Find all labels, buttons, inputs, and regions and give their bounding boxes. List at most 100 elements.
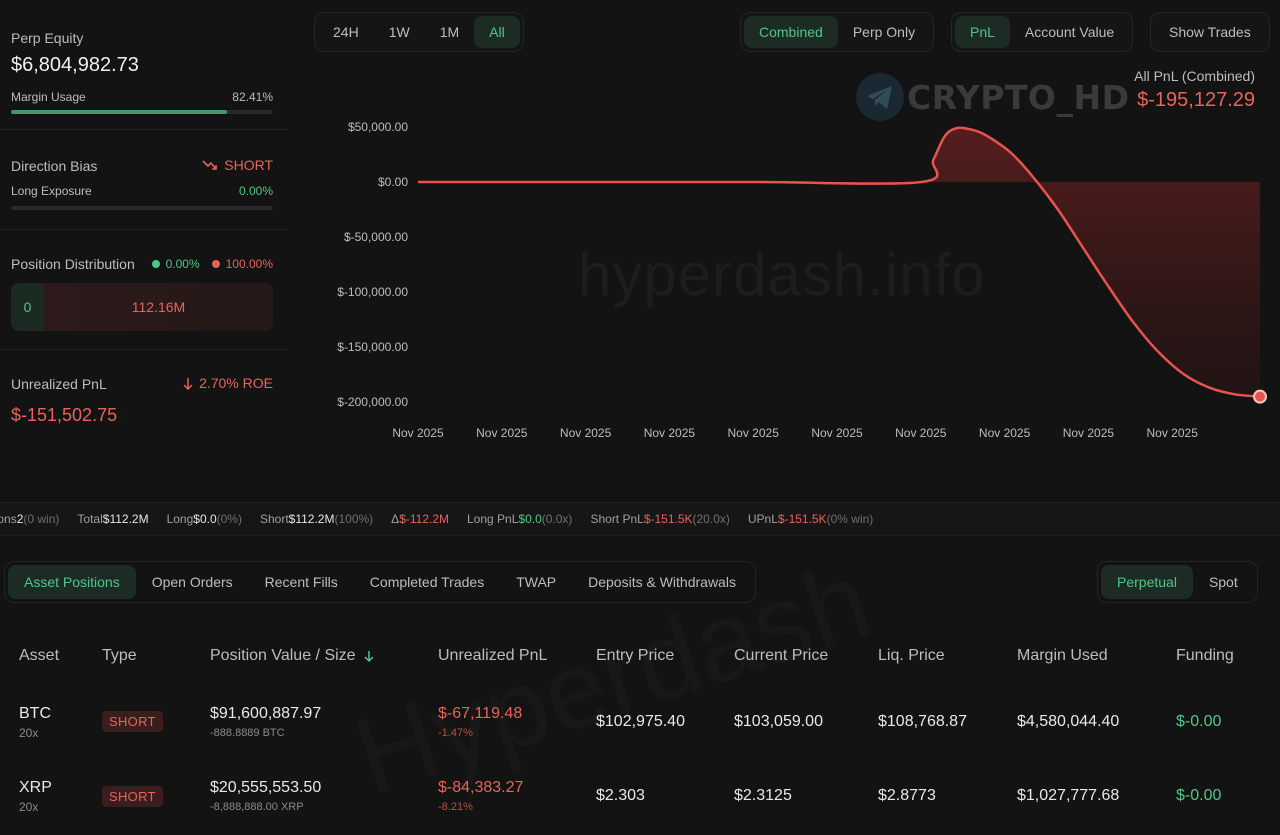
stat-item: UPnL $-151.5K (0% win) bbox=[748, 512, 873, 526]
direction-bias-value: SHORT bbox=[224, 157, 273, 173]
col-liq-price[interactable]: Liq. Price bbox=[878, 647, 945, 665]
tab-asset-positions[interactable]: Asset Positions bbox=[8, 565, 136, 599]
stat-value: $112.2M bbox=[288, 512, 335, 526]
type-badge: SHORT bbox=[102, 786, 163, 807]
stat-sub: (100%) bbox=[334, 512, 374, 526]
stat-label: Short bbox=[259, 512, 289, 526]
tab-spot[interactable]: Spot bbox=[1193, 565, 1254, 599]
stat-value: $-112.2M bbox=[399, 512, 449, 526]
long-exposure-label: Long Exposure bbox=[11, 184, 92, 198]
x-tick-label: Nov 2025 bbox=[560, 426, 612, 440]
tab-recent-fills[interactable]: Recent Fills bbox=[249, 565, 354, 599]
table-row[interactable]: BTC 20x SHORT $91,600,887.97 -888.8889 B… bbox=[0, 690, 1280, 764]
tab-twap[interactable]: TWAP bbox=[500, 565, 572, 599]
direction-bias-section: Direction Bias SHORT Long Exposure 0.00% bbox=[0, 130, 288, 230]
long-exposure-value: 0.00% bbox=[238, 184, 273, 198]
stat-value: $-151.5K bbox=[643, 512, 693, 526]
col-margin-used[interactable]: Margin Used bbox=[1017, 647, 1108, 665]
table-row[interactable]: XRP 20x SHORT $20,555,553.50 -8,888,888.… bbox=[0, 764, 1280, 835]
margin-used: $4,580,044.40 bbox=[1017, 713, 1120, 730]
y-tick-label: $-100,000.00 bbox=[337, 285, 408, 299]
stat-value: 2 bbox=[16, 512, 24, 526]
y-tick-label: $50,000.00 bbox=[348, 120, 408, 134]
unrealized-pnl-pct: -1.47% bbox=[438, 727, 473, 739]
arrow-down-icon bbox=[183, 377, 193, 390]
tab-completed-trades[interactable]: Completed Trades bbox=[354, 565, 500, 599]
pnl-last-point[interactable] bbox=[1253, 389, 1267, 404]
stat-item: Long $0.0 (0%) bbox=[167, 512, 242, 526]
stat-item: Short PnL $-151.5K (20.0x) bbox=[590, 512, 729, 526]
y-tick-label: $-150,000.00 bbox=[337, 340, 408, 354]
distribution-short-segment: 112.16M bbox=[44, 283, 273, 331]
y-tick-label: $-50,000.00 bbox=[344, 230, 408, 244]
liq-price: $108,768.87 bbox=[878, 713, 967, 730]
current-price: $2.3125 bbox=[734, 787, 792, 804]
stat-sub: (0%) bbox=[216, 512, 242, 526]
long-exposure-bar bbox=[11, 206, 273, 210]
stat-item: Short $112.2M (100%) bbox=[260, 512, 373, 526]
stat-label: Short PnL bbox=[590, 512, 644, 526]
x-tick-label: Nov 2025 bbox=[811, 426, 863, 440]
tab-perpetual[interactable]: Perpetual bbox=[1101, 565, 1193, 599]
stat-sub: (0 win) bbox=[23, 512, 60, 526]
asset-name: BTC bbox=[19, 705, 51, 722]
stat-label: Long bbox=[166, 512, 194, 526]
stat-sub: (20.0x) bbox=[692, 512, 730, 526]
stat-label: Δ bbox=[391, 512, 400, 526]
x-tick-label: Nov 2025 bbox=[392, 426, 444, 440]
current-price: $103,059.00 bbox=[734, 713, 823, 730]
stat-label: Long PnL bbox=[467, 512, 519, 526]
funding: $-0.00 bbox=[1176, 713, 1222, 730]
stat-value: $0.0 bbox=[518, 512, 542, 526]
entry-price: $102,975.40 bbox=[596, 713, 685, 730]
liq-price: $2.8773 bbox=[878, 787, 936, 804]
asset-leverage: 20x bbox=[19, 726, 39, 740]
col-position-value-label: Position Value / Size bbox=[210, 647, 356, 664]
col-type[interactable]: Type bbox=[102, 647, 137, 665]
col-funding[interactable]: Funding bbox=[1176, 647, 1234, 665]
x-tick-label: Nov 2025 bbox=[1063, 426, 1115, 440]
position-distribution-label: Position Distribution bbox=[11, 256, 135, 272]
stat-value: $0.0 bbox=[193, 512, 217, 526]
col-unrealized-pnl[interactable]: Unrealized PnL bbox=[438, 647, 547, 665]
asset-leverage: 20x bbox=[19, 800, 39, 814]
distribution-bar: 0 112.16M bbox=[11, 283, 273, 331]
position-size: -8,888,888.00 XRP bbox=[210, 801, 304, 813]
x-tick-label: Nov 2025 bbox=[979, 426, 1031, 440]
col-position-value[interactable]: Position Value / Size bbox=[210, 647, 374, 665]
y-tick-label: $-200,000.00 bbox=[337, 395, 408, 409]
pnl-area bbox=[418, 127, 1260, 397]
positions-stats-strip: Positions 2 (0 win) Total $112.2M Long $0.… bbox=[0, 502, 1280, 536]
funding: $-0.00 bbox=[1176, 787, 1222, 804]
stat-label: Positions bbox=[0, 512, 17, 526]
account-summary-panel: Perp Equity $6,804,982.73 Margin Usage 8… bbox=[0, 0, 290, 480]
margin-usage-value: 82.41% bbox=[232, 90, 273, 104]
stat-value: $-151.5K bbox=[777, 512, 827, 526]
unrealized-pnl: $-84,383.27 bbox=[438, 779, 524, 796]
unrealized-roe-value: 2.70% ROE bbox=[199, 375, 273, 391]
trend-down-icon bbox=[202, 160, 218, 170]
position-size: -888.8889 BTC bbox=[210, 727, 285, 739]
unrealized-pnl-label: Unrealized PnL bbox=[11, 376, 107, 392]
entry-price: $2.303 bbox=[596, 787, 645, 804]
stat-item: Δ $-112.2M bbox=[391, 512, 449, 526]
long-dot-icon bbox=[151, 260, 160, 268]
short-dot-icon bbox=[211, 260, 220, 268]
margin-used: $1,027,777.68 bbox=[1017, 787, 1120, 804]
unrealized-roe: 2.70% ROE bbox=[183, 375, 273, 391]
tab-open-orders[interactable]: Open Orders bbox=[136, 565, 249, 599]
position-value: $20,555,553.50 bbox=[210, 779, 322, 796]
col-entry-price[interactable]: Entry Price bbox=[596, 647, 674, 665]
col-asset[interactable]: Asset bbox=[19, 647, 59, 665]
perp-equity-section: Perp Equity $6,804,982.73 Margin Usage 8… bbox=[0, 0, 288, 130]
stat-item: Total $112.2M bbox=[77, 512, 148, 526]
unrealized-pnl-value: $-151,502.75 bbox=[11, 405, 118, 425]
sort-down-icon bbox=[364, 651, 374, 662]
col-current-price[interactable]: Current Price bbox=[734, 647, 828, 665]
x-tick-label: Nov 2025 bbox=[476, 426, 528, 440]
unrealized-pnl-pct: -8.21% bbox=[438, 801, 473, 813]
distribution-short-value: 112.16M bbox=[131, 299, 186, 315]
positions-tabs: Asset Positions Open Orders Recent Fills… bbox=[4, 561, 756, 603]
position-distribution-section: Position Distribution 0.00% 100.00% 0 11… bbox=[0, 230, 288, 350]
pnl-chart: $50,000.00 $0.00 $-50,000.00 $-100,000.00 $-… bbox=[337, 120, 1267, 440]
